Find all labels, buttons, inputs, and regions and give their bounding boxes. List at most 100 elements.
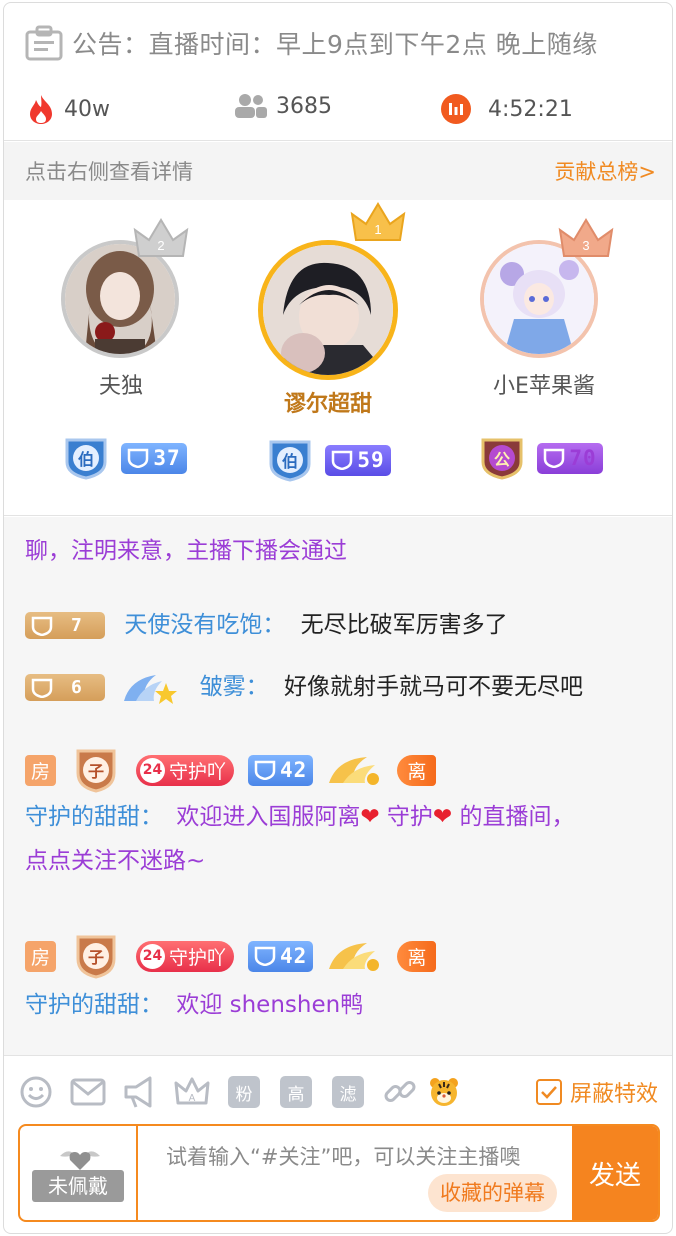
fan-shield-icon	[332, 450, 353, 470]
noble-rank-badge-icon: 伯	[65, 438, 107, 480]
contribution-total-rank-link[interactable]: 贡献总榜>	[554, 156, 656, 186]
noble-char: 伯	[282, 452, 298, 471]
guard-badges: 房 子 24 守护吖 42 离	[25, 933, 437, 979]
live-room-panel: 公告：直播时间：早上9点到下午2点 晚上随缘 40w 3685 4:52:21 …	[3, 2, 673, 1234]
fan-level-value: 42	[280, 944, 308, 968]
gold-crown-icon: 1	[350, 202, 406, 241]
sender-name[interactable]: 天使没有吃饱：	[124, 612, 285, 638]
crown-rank-2: 2	[157, 238, 164, 253]
live-duration: 4:52:21	[488, 96, 573, 122]
rank-tip: 点击右侧查看详情	[25, 160, 193, 184]
fan-shield-icon	[254, 760, 276, 780]
heat-stat: 40w	[26, 93, 110, 125]
check-icon	[541, 1086, 557, 1099]
message-text: 无尽比破军厉害多了	[300, 612, 508, 638]
fan-level-badge: 42	[248, 754, 314, 786]
tiger-sticker-button[interactable]	[426, 1074, 462, 1110]
heart-icon: ❤	[432, 804, 453, 830]
welcome-text-line2: 点点关注不迷路~	[25, 848, 206, 874]
top-contributors: 2 夫独 伯 37 1 谬尔超甜 伯 59 3 小E苹果酱 公 70	[4, 200, 672, 516]
welcome-text: 欢迎 shenshen鸭	[176, 992, 364, 1018]
crown-icon: A	[174, 1077, 210, 1105]
avatar-image	[263, 245, 393, 375]
send-button[interactable]: 发送	[572, 1126, 658, 1220]
fan-level-value: 7	[71, 614, 83, 636]
block-effects-checkbox[interactable]	[535, 1079, 562, 1105]
sender-name[interactable]: 守护的甜甜：	[25, 804, 163, 830]
tiger-icon	[430, 1078, 458, 1106]
danmaku-input[interactable]: 试着输入“#关注”吧，可以关注主播噢	[166, 1138, 566, 1176]
fan-level-badge: 7	[25, 612, 105, 639]
noble-rank-badge-icon: 子	[76, 935, 116, 979]
grey-heart-medal-icon	[60, 1151, 100, 1170]
fan-level-badge: 6	[25, 674, 105, 701]
welcome-message: 守护的甜甜： 欢迎进入国服阿离❤ 守护❤ 的直播间，	[25, 797, 575, 837]
chat-message: 6 皱雾： 好像就射手就马可不要无尽吧	[25, 667, 583, 707]
fan-level-value: 37	[153, 446, 181, 470]
block-effects-toggle[interactable]: 屏蔽特效	[535, 1076, 658, 1108]
fan-level-badge: 70	[537, 442, 603, 474]
emoji-icon	[20, 1076, 52, 1108]
guard-badges: 房 子 24 守护吖 42 离	[25, 747, 437, 793]
medal-selector[interactable]: 未佩戴	[20, 1126, 138, 1220]
noble-button[interactable]: A	[174, 1074, 210, 1110]
welcome-text-b: 守护	[386, 804, 433, 830]
chat-toolbar: A 粉 高 滤 屏蔽特效	[4, 1055, 672, 1125]
viewer-stat: 3685	[234, 93, 332, 119]
announcement-text: 公告：直播时间：早上9点到下午2点 晚上随缘	[72, 25, 598, 61]
contributor-rank-3[interactable]: 3 小E苹果酱	[474, 218, 614, 400]
guard-days: 24	[140, 757, 165, 783]
contributor-rank-1[interactable]: 1 谬尔超甜	[258, 202, 406, 418]
contributor-rank-2[interactable]: 2 夫独	[61, 218, 189, 400]
welcome-text-a: 欢迎进入国服阿离	[176, 804, 361, 830]
chat-list[interactable]: 聊，注明来意，主播下播会通过 7 天使没有吃饱： 无尽比破军厉害多了 6 皱雾：…	[4, 517, 672, 1055]
noble-char: 子	[88, 762, 104, 781]
avatar[interactable]	[258, 240, 398, 380]
fans-badge-button[interactable]: 粉	[228, 1076, 260, 1108]
contribution-rank-header: 点击右侧查看详情 贡献总榜>	[4, 142, 672, 200]
contributor-name: 谬尔超甜	[283, 392, 372, 417]
message-button[interactable]	[70, 1074, 106, 1110]
welcome-message: 守护的甜甜： 欢迎 shenshen鸭	[25, 985, 363, 1025]
high-energy-button[interactable]: 高	[280, 1076, 312, 1108]
fan-level-value: 42	[280, 758, 308, 782]
wing-medal-icon	[124, 674, 178, 704]
emoji-button[interactable]	[18, 1074, 54, 1110]
fan-shield-icon	[544, 448, 565, 468]
medal-label: 未佩戴	[32, 1170, 124, 1202]
danmaku-input-bar: 未佩戴 试着输入“#关注”吧，可以关注主播噢 收藏的弹幕 发送	[18, 1124, 660, 1222]
block-effects-label: 屏蔽特效	[569, 1082, 658, 1107]
fan-level-value: 70	[569, 446, 597, 470]
heat-value: 40w	[64, 96, 110, 122]
heart-icon: ❤	[360, 804, 380, 830]
mail-icon	[70, 1078, 106, 1106]
fan-shield-icon	[31, 616, 53, 636]
welcome-text-c: 的直播间，	[459, 804, 575, 830]
fire-icon	[30, 95, 52, 124]
svg-text:A: A	[189, 1093, 196, 1104]
noble-rank-badge-icon: 伯	[269, 440, 311, 482]
broadcast-button[interactable]	[122, 1074, 158, 1110]
sender-name[interactable]: 守护的甜甜：	[25, 992, 163, 1018]
fan-shield-icon	[128, 448, 149, 468]
golden-wing-icon	[329, 757, 380, 785]
chat-message: 7 天使没有吃饱： 无尽比破军厉害多了	[25, 605, 508, 645]
announcement-content: 直播时间：早上9点到下午2点 晚上随缘	[148, 30, 598, 59]
noble-char: 公	[494, 450, 510, 469]
favorite-danmaku-button[interactable]: 收藏的弹幕	[428, 1174, 557, 1212]
room-manager-badge: 房	[25, 940, 56, 972]
link-icon	[384, 1081, 416, 1102]
crown-rank-3: 3	[582, 238, 589, 253]
live-duration-icon	[441, 94, 471, 124]
message-text: 好像就射手就马可不要无尽吧	[283, 674, 583, 700]
guard-label: 守护吖	[169, 760, 227, 783]
megaphone-icon	[124, 1076, 152, 1108]
noble-char: 伯	[78, 450, 94, 469]
system-message-tail: 聊，注明来意，主播下播会通过	[25, 538, 347, 564]
link-button[interactable]	[382, 1074, 418, 1110]
sender-name[interactable]: 皱雾：	[200, 674, 269, 700]
crown-rank-1: 1	[374, 222, 381, 237]
noble-char: 子	[88, 948, 104, 967]
filter-button[interactable]: 滤	[332, 1076, 364, 1108]
contributor-badges: 公 70	[464, 436, 614, 480]
